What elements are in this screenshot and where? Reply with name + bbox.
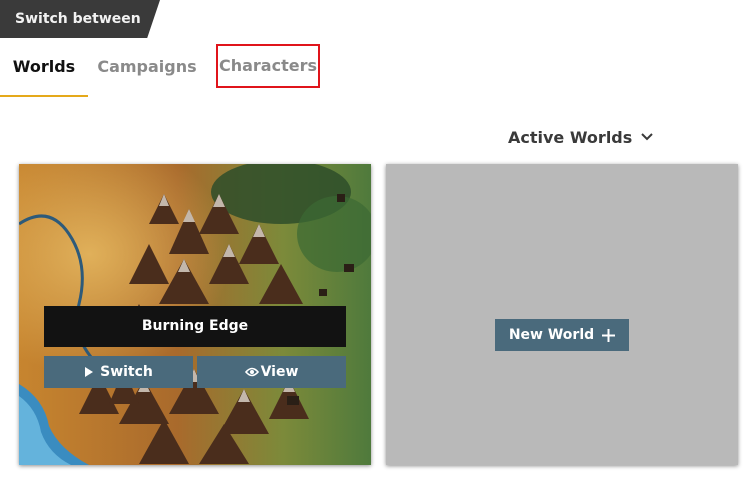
- filter-label: Active Worlds: [508, 127, 633, 147]
- tab-campaigns[interactable]: Campaigns: [96, 44, 198, 97]
- world-title-text: Burning Edge: [141, 318, 249, 334]
- header-title: Switch between: [15, 11, 141, 27]
- chevron-down-icon: [641, 133, 653, 141]
- world-card[interactable]: Burning Edge Switch View: [19, 164, 371, 465]
- tab-characters[interactable]: Characters: [216, 44, 320, 88]
- active-worlds-dropdown[interactable]: Active Worlds: [508, 126, 654, 148]
- play-icon: [85, 367, 94, 377]
- switch-button-label: Switch: [100, 364, 153, 380]
- tab-campaigns-label: Campaigns: [97, 57, 197, 76]
- view-button-label: View: [260, 364, 299, 380]
- new-world-button[interactable]: New World: [495, 319, 629, 351]
- view-button[interactable]: View: [197, 356, 346, 388]
- plus-icon: [602, 328, 616, 342]
- tab-worlds-label: Worlds: [12, 57, 76, 76]
- world-actions: Switch View: [44, 356, 346, 388]
- new-world-button-label: New World: [508, 327, 595, 343]
- new-world-card[interactable]: New World: [386, 164, 738, 465]
- switch-between-header: Switch between: [0, 0, 160, 38]
- tab-worlds[interactable]: Worlds: [0, 44, 88, 97]
- active-tab-underline: [0, 95, 88, 97]
- tab-characters-label: Characters: [218, 56, 317, 75]
- eye-icon: [244, 367, 259, 377]
- switch-button[interactable]: Switch: [44, 356, 193, 388]
- world-title: Burning Edge: [44, 306, 346, 347]
